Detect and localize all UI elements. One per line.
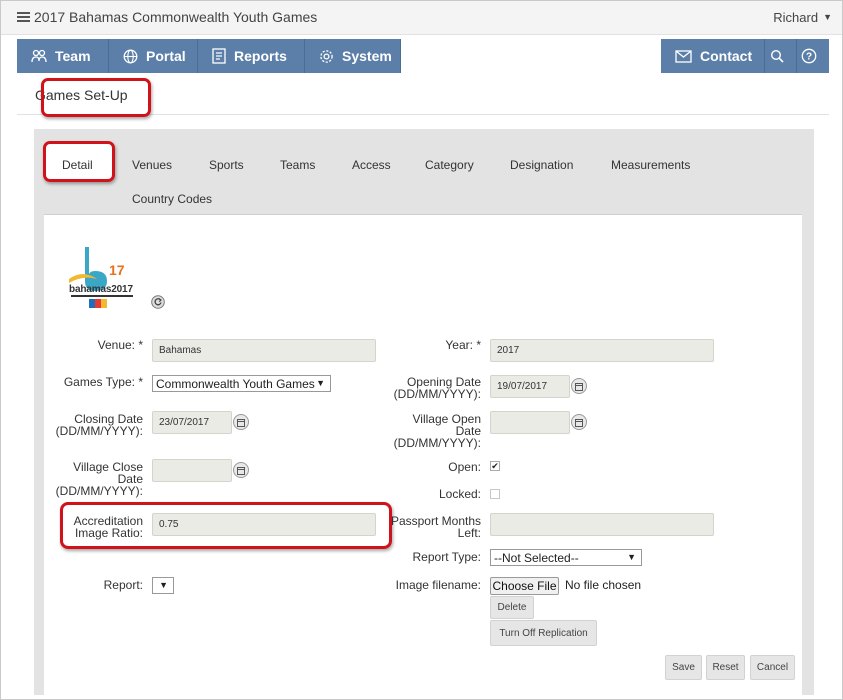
turn-off-replication-button[interactable]: Turn Off Replication: [490, 620, 597, 646]
passport-months-label: Passport Months Left:: [381, 515, 481, 539]
nav-team-button[interactable]: Team: [17, 39, 109, 73]
page-title: Games Set-Up: [35, 87, 128, 103]
year-input[interactable]: 2017: [490, 339, 714, 362]
search-button[interactable]: [765, 39, 797, 73]
chevron-down-icon: ▼: [159, 580, 168, 590]
reports-icon: [212, 48, 226, 64]
report-type-label: Report Type:: [412, 550, 481, 564]
opening-date-input[interactable]: 19/07/2017: [490, 375, 570, 398]
village-open-label-line3: (DD/MM/YYYY):: [393, 436, 481, 450]
nav-portal-button[interactable]: Portal: [109, 39, 198, 73]
locked-checkbox[interactable]: [490, 489, 500, 499]
choose-file-button[interactable]: Choose File: [490, 577, 559, 595]
village-open-date-label: Village Open Date (DD/MM/YYYY):: [381, 413, 481, 449]
search-icon: [770, 49, 784, 63]
nav-system-button[interactable]: System: [305, 39, 401, 73]
tab-sports[interactable]: Sports: [209, 158, 244, 172]
report-select[interactable]: ▼: [152, 577, 174, 594]
village-open-calendar-icon[interactable]: [571, 414, 587, 430]
menu-icon[interactable]: [17, 11, 30, 23]
games-type-value: Commonwealth Youth Games: [156, 376, 315, 391]
envelope-icon: [675, 49, 692, 63]
help-icon: ?: [801, 48, 817, 64]
main-nav: Team Portal Reports System Contact ?: [17, 39, 829, 73]
passport-months-input[interactable]: [490, 513, 714, 536]
village-close-calendar-icon[interactable]: [233, 462, 249, 478]
tab-detail[interactable]: Detail: [62, 158, 93, 172]
open-checkbox[interactable]: ✔: [490, 461, 500, 471]
opening-date-calendar-icon[interactable]: [571, 378, 587, 394]
nav-portal-label: Portal: [146, 48, 186, 64]
image-filename-label: Image filename:: [395, 578, 481, 592]
app-window: 2017 Bahamas Commonwealth Youth Games Ri…: [0, 0, 843, 700]
nav-team-label: Team: [55, 48, 91, 64]
cancel-button[interactable]: Cancel: [750, 655, 795, 680]
passport-months-label-line2: Left:: [457, 526, 481, 540]
team-icon: [31, 49, 47, 63]
closing-date-label: Closing Date (DD/MM/YYYY):: [43, 413, 143, 437]
nav-reports-label: Reports: [234, 48, 287, 64]
closing-date-calendar-icon[interactable]: [233, 414, 249, 430]
globe-icon: [123, 49, 138, 63]
village-close-label-line3: (DD/MM/YYYY):: [55, 484, 143, 498]
closing-date-label-line2: (DD/MM/YYYY):: [55, 424, 143, 438]
user-name: Richard: [773, 10, 819, 25]
nav-system-label: System: [342, 48, 392, 64]
help-button[interactable]: ?: [797, 39, 829, 73]
report-type-select[interactable]: --Not Selected-- ▼: [490, 549, 642, 566]
games-type-label: Games Type: *: [63, 375, 143, 389]
detail-form-panel: [44, 214, 802, 699]
file-status-text: No file chosen: [565, 578, 642, 592]
app-title-text: 2017 Bahamas Commonwealth Youth Games: [34, 9, 318, 25]
tab-venues[interactable]: Venues: [132, 158, 172, 172]
tab-country-codes[interactable]: Country Codes: [132, 192, 212, 206]
tab-measurements[interactable]: Measurements: [611, 158, 690, 172]
user-menu[interactable]: Richard ▼: [773, 10, 832, 25]
accreditation-label-line2: Image Ratio:: [74, 526, 143, 540]
games-type-select[interactable]: Commonwealth Youth Games ▼: [152, 375, 331, 392]
venue-label: Venue: *: [97, 338, 143, 352]
village-close-date-input[interactable]: [152, 459, 232, 482]
venue-input[interactable]: Bahamas: [152, 339, 376, 362]
reset-button[interactable]: Reset: [706, 655, 745, 680]
save-button[interactable]: Save: [665, 655, 702, 680]
title-bar: 2017 Bahamas Commonwealth Youth Games Ri…: [1, 1, 842, 35]
opening-date-label-line2: (DD/MM/YYYY):: [393, 387, 481, 401]
chevron-down-icon: ▼: [316, 378, 325, 388]
village-open-date-input[interactable]: [490, 411, 570, 434]
report-type-value: --Not Selected--: [494, 550, 579, 565]
tab-designation[interactable]: Designation: [510, 158, 573, 172]
tab-access[interactable]: Access: [352, 158, 391, 172]
nav-reports-button[interactable]: Reports: [198, 39, 305, 73]
delete-button[interactable]: Delete: [490, 596, 534, 619]
games-logo: 17 bahamas2017: [69, 247, 133, 308]
open-label: Open:: [448, 460, 481, 474]
app-title: 2017 Bahamas Commonwealth Youth Games: [17, 9, 317, 25]
locked-label: Locked:: [438, 487, 481, 501]
accreditation-ratio-label: Accreditation Image Ratio:: [43, 515, 143, 539]
tab-category[interactable]: Category: [425, 158, 474, 172]
closing-date-input[interactable]: 23/07/2017: [152, 411, 232, 434]
accreditation-ratio-input[interactable]: 0.75: [152, 513, 376, 536]
svg-text:?: ?: [806, 52, 812, 63]
page-header: [17, 73, 829, 115]
gear-icon: [320, 49, 333, 63]
logo-text: bahamas2017: [69, 284, 133, 295]
refresh-logo-icon[interactable]: [151, 295, 165, 309]
chevron-down-icon: ▼: [823, 12, 832, 22]
report-label: Report:: [103, 578, 143, 592]
nav-contact-button[interactable]: Contact: [661, 39, 765, 73]
chevron-down-icon: ▼: [627, 552, 636, 562]
year-label: Year: *: [445, 338, 481, 352]
tab-teams[interactable]: Teams: [280, 158, 315, 172]
nav-contact-label: Contact: [700, 48, 753, 64]
opening-date-label: Opening Date (DD/MM/YYYY):: [381, 376, 481, 400]
village-close-date-label: Village Close Date (DD/MM/YYYY):: [43, 461, 143, 497]
logo-number: 17: [109, 262, 125, 278]
